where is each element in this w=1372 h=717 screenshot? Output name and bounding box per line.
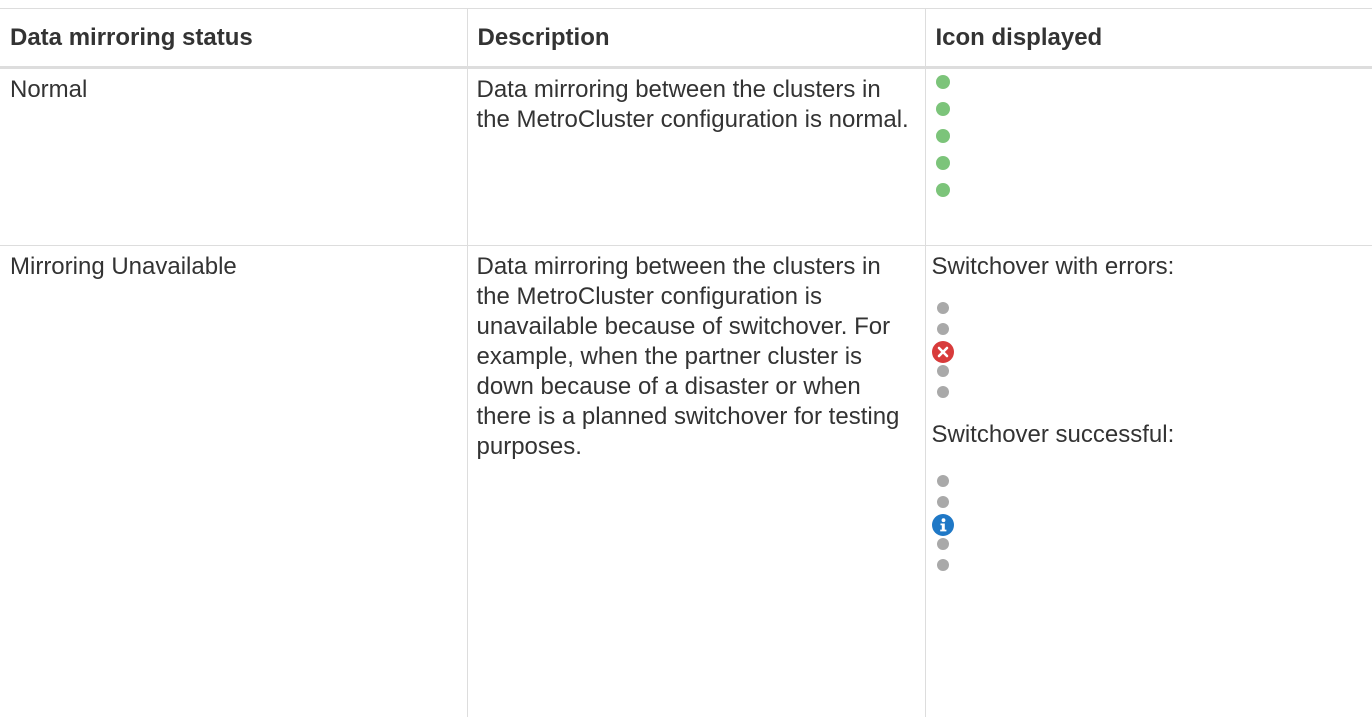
error-x-icon xyxy=(931,341,954,363)
green-dot-icon xyxy=(935,102,950,116)
status-cell: Mirroring Unavailable xyxy=(10,253,237,280)
gray-dot-icon xyxy=(936,365,949,377)
gray-dot-icon xyxy=(936,302,949,314)
gray-dot-icon xyxy=(936,475,949,487)
table-body: Normal Data mirroring between the cluste… xyxy=(0,67,1372,717)
green-dot-icon xyxy=(935,183,950,197)
gray-dot-icon xyxy=(936,559,949,571)
switchover-errors-label: Switchover with errors: xyxy=(931,253,1175,280)
header-row: Data mirroring status Description Icon d… xyxy=(0,8,1372,69)
header-icon: Icon displayed xyxy=(924,8,1372,69)
switchover-success-label: Switchover successful: xyxy=(931,421,1175,448)
table-header: Data mirroring status Description Icon d… xyxy=(0,8,1372,69)
green-dot-icon xyxy=(935,75,950,89)
switchover-errors-icon-stack xyxy=(931,301,1367,406)
icon-cell xyxy=(924,67,1372,246)
normal-icon-stack xyxy=(932,75,1367,208)
switchover-success-icon-stack xyxy=(931,474,1367,579)
description-cell: Data mirroring between the clusters in t… xyxy=(466,67,925,246)
info-i-icon xyxy=(931,514,954,536)
gray-dot-icon xyxy=(936,538,949,550)
header-description: Description xyxy=(466,8,925,69)
table-row: Normal Data mirroring between the cluste… xyxy=(0,67,1372,246)
mirroring-status-table: Data mirroring status Description Icon d… xyxy=(0,8,1372,717)
table-row: Mirroring Unavailable Data mirroring bet… xyxy=(0,245,1372,717)
gray-dot-icon xyxy=(936,323,949,335)
description-cell: Data mirroring between the clusters in t… xyxy=(466,245,925,717)
green-dot-icon xyxy=(935,156,950,170)
icon-cell: Switchover with errors: Switchover succe… xyxy=(924,245,1372,717)
green-dot-icon xyxy=(935,129,950,143)
gray-dot-icon xyxy=(936,496,949,508)
status-cell: Normal xyxy=(0,67,467,246)
gray-dot-icon xyxy=(936,386,949,398)
header-status: Data mirroring status xyxy=(0,8,467,69)
page: Data mirroring status Description Icon d… xyxy=(0,0,1372,717)
